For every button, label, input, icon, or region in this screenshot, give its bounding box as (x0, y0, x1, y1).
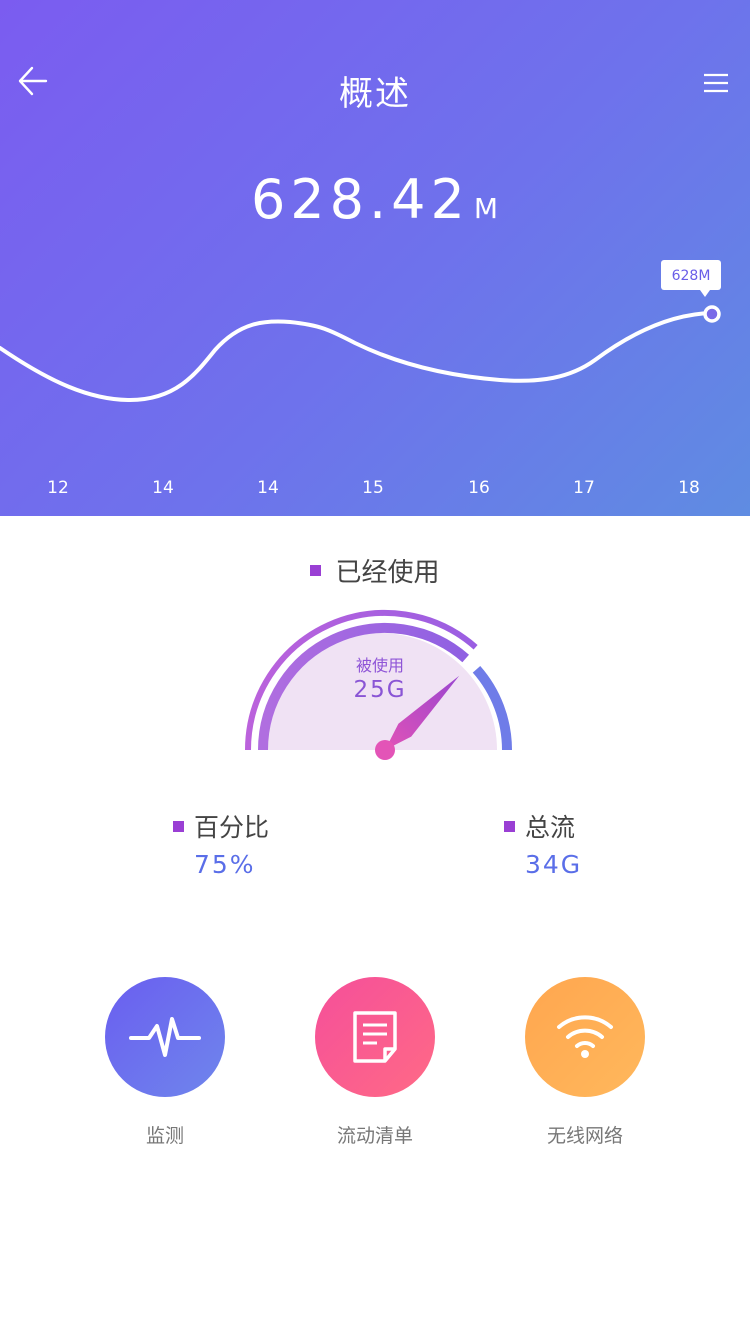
flow-list-button-label: 流动清单 (336, 1125, 413, 1147)
legend-square-icon (173, 820, 184, 832)
stat-percentage-value: 75% (194, 850, 256, 879)
pulse-icon (129, 1017, 201, 1057)
monitor-button[interactable]: 监测 (75, 977, 255, 1148)
gauge-label: 被使用 (355, 656, 404, 675)
monitor-button-circle[interactable] (105, 977, 225, 1097)
stat-percentage-label-row: 百分比 (173, 808, 269, 844)
stat-total-label-row: 总流 (504, 808, 582, 844)
flow-list-button[interactable]: 流动清单 (285, 977, 465, 1148)
stat-percentage-label: 百分比 (194, 813, 270, 842)
stat-total-label: 总流 (525, 813, 576, 842)
document-icon (353, 1011, 397, 1063)
flow-list-button-circle[interactable] (315, 977, 435, 1097)
wifi-button-circle[interactable] (525, 977, 645, 1097)
stat-percentage: 百分比 75% (173, 808, 269, 879)
monitor-button-label: 监测 (145, 1125, 184, 1147)
legend-square-icon (504, 820, 515, 832)
wifi-button-label: 无线网络 (546, 1125, 623, 1147)
gauge-value: 25G (353, 677, 407, 703)
wifi-icon (557, 1015, 613, 1058)
stat-total: 总流 34G (504, 808, 582, 879)
gauge-needle-pivot (375, 740, 395, 760)
wifi-button[interactable]: 无线网络 (495, 977, 675, 1148)
stat-total-value: 34G (525, 850, 583, 879)
